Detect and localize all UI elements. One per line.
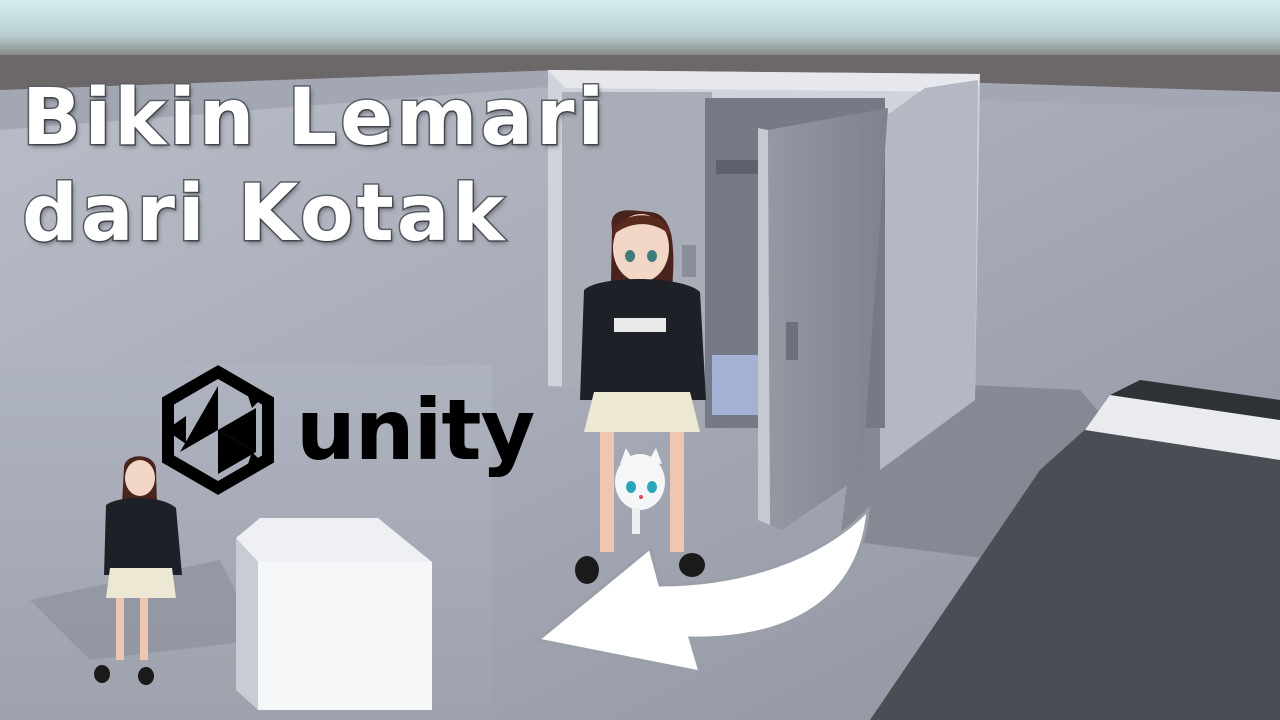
unity-logo-text: unity <box>296 381 535 479</box>
title-line-2: dari Kotak <box>20 168 508 261</box>
white-cube <box>236 518 432 710</box>
video-title: Bikin Lemari dari Kotak <box>20 70 608 262</box>
title-line-1: Bikin Lemari <box>20 72 608 165</box>
